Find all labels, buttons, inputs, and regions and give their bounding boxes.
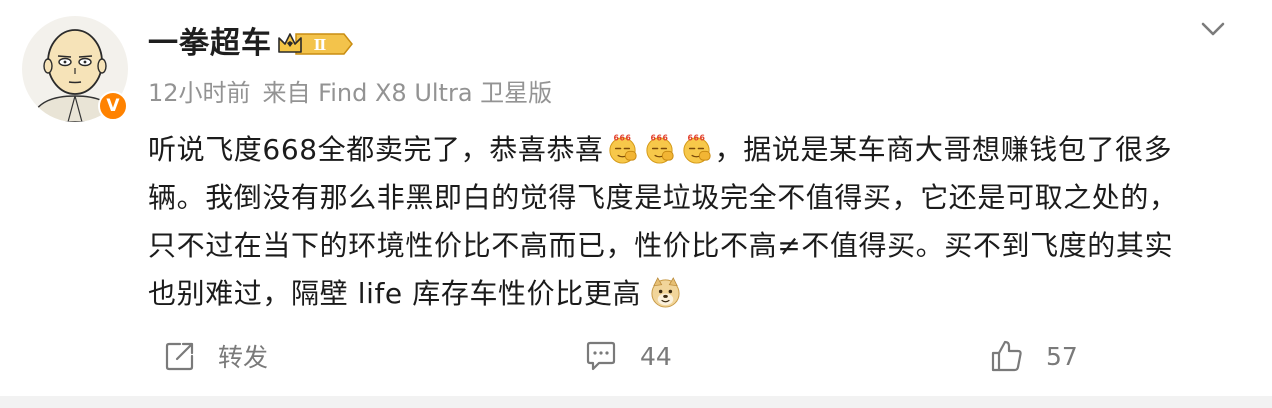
weibo-post-card: V 一拳超车 Ⅱ 12小时前 来自 Find X8 Ultra 卫星版 听说飞度6… [0,0,1272,396]
content-text: ，据说是某车商大哥想赚钱包了很多 [714,133,1173,166]
post-content: 听说飞度668全都卖完了，恭喜恭喜 666 666 666 ，据说是某车商大哥想… [148,126,1238,318]
content-line: 辆。我倒没有那么非黑即白的觉得飞度是垃圾完全不值得买，它还是可取之处的， [148,181,1178,214]
vip-level-text: Ⅱ [314,36,327,54]
666-emoji: 666 [646,134,674,164]
comment-count: 44 [640,341,672,371]
card-separator [0,396,1272,408]
repost-label: 转发 [218,343,269,372]
content-line: 听说飞度668全都卖完了，恭喜恭喜 666 666 666 ，据说是某车商大哥想… [148,126,1238,174]
post-meta: 12小时前 来自 Find X8 Ultra 卫星版 [148,76,552,110]
repost-button[interactable]: 转发 [164,336,268,376]
content-line: 也别难过，隔壁 life 库存车性价比更高 [148,270,1238,318]
doge-emoji [651,277,680,308]
repost-icon [165,342,194,371]
svg-text:666: 666 [687,134,705,143]
chevron-down-icon[interactable] [1198,16,1228,42]
666-emoji: 666 [683,134,711,164]
comment-icon [586,341,616,371]
comment-button[interactable]: 44 [584,336,672,376]
content-line: 只不过在当下的环境性价比不高而已，性价比不高≠不值得买。买不到飞度的其实 [148,229,1174,262]
vip-crown-badge-icon[interactable]: Ⅱ [276,30,354,58]
content-text: 听说飞度668全都卖完了，恭喜恭喜 [148,133,604,166]
svg-text:666: 666 [613,134,631,143]
svg-text:666: 666 [650,134,668,143]
post-source[interactable]: 来自 Find X8 Ultra 卫星版 [263,79,553,107]
author-name[interactable]: 一拳超车 [148,23,272,65]
verified-badge-icon: V [98,91,128,121]
content-text: 也别难过，隔壁 life 库存车性价比更高 [148,277,642,310]
post-time: 12小时前 [148,79,251,107]
thumbs-up-icon [991,340,1022,372]
like-count: 57 [1046,341,1078,371]
666-emoji: 666 [609,134,637,164]
like-button[interactable]: 57 [990,336,1078,376]
